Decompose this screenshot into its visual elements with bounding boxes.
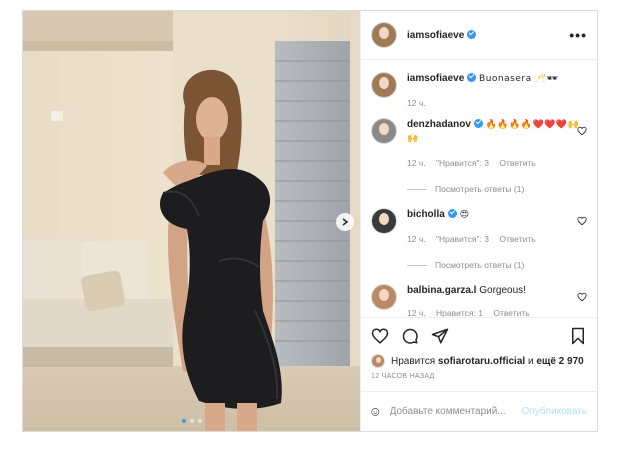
comment-like-heart-icon[interactable] (577, 216, 587, 226)
comment-username[interactable]: balbina.garza.l (407, 285, 476, 296)
comment-likes[interactable]: Нравится: 1 (436, 308, 483, 317)
likes-text: Нравится sofiarotaru.official и ещё 2 97… (391, 355, 584, 367)
comment-item: bicholla 😍 12 ч. "Нравится": 3 Ответить … (371, 208, 587, 272)
comment-time: 12 ч. (407, 308, 426, 317)
comment-like-heart-icon[interactable] (577, 126, 587, 136)
post-side-panel: iamsofiaeve ••• iamsofiaeve Buonasera 🥂🕶… (360, 11, 597, 431)
carousel-indicator (23, 419, 360, 423)
comment-username[interactable]: denzhadanov (407, 119, 483, 130)
likes-others-link[interactable]: ещё 2 970 (536, 356, 583, 367)
comment-item: denzhadanov 🔥🔥🔥🔥❤️❤️❤️🙌🙌 12 ч. "Нравится… (371, 118, 587, 196)
comment-text: Gorgeous! (479, 285, 526, 296)
verified-badge-icon (473, 119, 483, 128)
share-paper-plane-icon[interactable] (431, 327, 449, 345)
more-options-icon[interactable]: ••• (569, 27, 587, 43)
comment-meta: 12 ч. "Нравится": 3 Ответить (407, 232, 587, 246)
view-replies-button[interactable]: Посмотреть ответы (1) (407, 182, 587, 196)
author-avatar[interactable] (371, 72, 397, 98)
commenter-avatar[interactable] (371, 118, 397, 144)
add-comment-bar: Опубликовать (361, 391, 597, 431)
author-username[interactable]: iamsofiaeve (407, 29, 477, 41)
post-photo[interactable] (23, 11, 360, 431)
verified-badge-icon (447, 209, 457, 218)
photo-scene (23, 11, 360, 431)
caption-item: iamsofiaeve Buonasera 🥂🕶 12 ч. (371, 72, 587, 110)
comment-text: 😍 (459, 210, 470, 220)
comment-time: 12 ч. (407, 234, 426, 244)
verified-badge-icon (467, 29, 477, 39)
emoji-smiley-icon[interactable] (371, 403, 380, 421)
commenter-avatar[interactable] (371, 284, 397, 310)
post-header: iamsofiaeve ••• (361, 11, 597, 60)
post-timestamp: 12 ЧАСОВ НАЗАД (371, 373, 435, 380)
comment-input[interactable] (389, 406, 522, 417)
caption-username[interactable]: iamsofiaeve (407, 73, 477, 84)
save-bookmark-icon[interactable] (569, 327, 587, 345)
likes-summary: Нравится sofiarotaru.official и ещё 2 97… (361, 353, 597, 369)
comment-bubble-icon[interactable] (401, 327, 419, 345)
caption-text: Buonasera 🥂🕶 (479, 74, 559, 84)
caption-time: 12 ч. (407, 98, 426, 108)
liker-avatar[interactable] (371, 354, 385, 368)
comment-like-heart-icon[interactable] (577, 292, 587, 302)
liker-username[interactable]: sofiarotaru.official (438, 356, 525, 367)
post-actions-bar (361, 317, 597, 353)
comment-likes[interactable]: "Нравится": 3 (436, 158, 489, 168)
carousel-dot-3 (197, 419, 202, 423)
comment-username[interactable]: bicholla (407, 209, 457, 220)
comment-time: 12 ч. (407, 158, 426, 168)
comment-meta: 12 ч. "Нравится": 3 Ответить (407, 156, 587, 170)
reply-button[interactable]: Ответить (499, 158, 535, 168)
publish-button[interactable]: Опубликовать (522, 406, 587, 417)
reply-button[interactable]: Ответить (499, 234, 535, 244)
author-avatar[interactable] (371, 22, 397, 48)
commenter-avatar[interactable] (371, 208, 397, 234)
carousel-dot-2 (189, 419, 194, 423)
comment-meta: 12 ч. Нравится: 1 Ответить (407, 306, 587, 317)
like-heart-icon[interactable] (371, 327, 389, 345)
comments-list: iamsofiaeve Buonasera 🥂🕶 12 ч. denzhadan… (361, 60, 597, 317)
chevron-right-icon (342, 218, 349, 226)
comment-likes[interactable]: "Нравится": 3 (436, 234, 489, 244)
view-replies-button[interactable]: Посмотреть ответы (1) (407, 258, 587, 272)
caption-meta: 12 ч. (407, 96, 587, 110)
comment-item: balbina.garza.l Gorgeous! 12 ч. Нравится… (371, 284, 587, 317)
carousel-dot-1 (181, 419, 186, 423)
verified-badge-icon (467, 73, 477, 82)
instagram-post: iamsofiaeve ••• iamsofiaeve Buonasera 🥂🕶… (22, 10, 598, 432)
reply-button[interactable]: Ответить (493, 308, 529, 317)
next-slide-button[interactable] (336, 213, 354, 231)
